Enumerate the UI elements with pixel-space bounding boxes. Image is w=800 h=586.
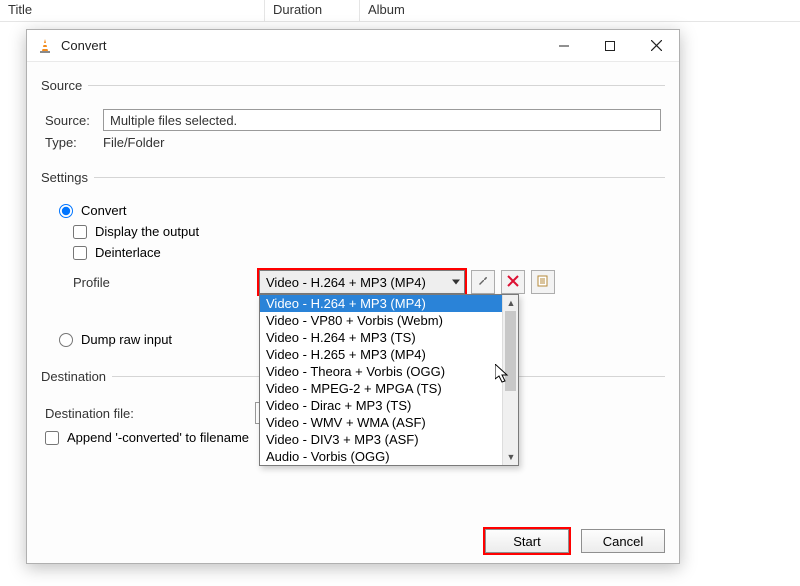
deinterlace-checkbox[interactable]: Deinterlace <box>73 245 661 260</box>
cancel-button-label: Cancel <box>603 534 643 549</box>
chevron-down-icon <box>452 280 460 285</box>
profile-option[interactable]: Audio - Vorbis (OGG) <box>260 448 518 465</box>
minimize-button[interactable] <box>541 30 587 62</box>
display-output-checkbox[interactable]: Display the output <box>73 224 661 239</box>
convert-radio[interactable]: Convert <box>59 203 661 218</box>
destination-file-label: Destination file: <box>45 406 255 421</box>
profile-option[interactable]: Video - H.265 + MP3 (MP4) <box>260 346 518 363</box>
profile-option[interactable]: Video - Theora + Vorbis (OGG) <box>260 363 518 380</box>
background-column-header: Title Duration Album <box>0 0 800 22</box>
close-button[interactable] <box>633 30 679 62</box>
column-title[interactable]: Title <box>0 0 265 21</box>
profile-option[interactable]: Video - VP80 + Vorbis (Webm) <box>260 312 518 329</box>
profile-new-button[interactable] <box>531 270 555 294</box>
profile-settings-button[interactable] <box>471 270 495 294</box>
append-converted-label: Append '-converted' to filename <box>67 430 249 445</box>
profile-dropdown[interactable]: Video - H.264 + MP3 (MP4)Video - VP80 + … <box>259 294 519 466</box>
column-album[interactable]: Album <box>360 0 800 21</box>
type-value: File/Folder <box>103 135 164 150</box>
source-legend: Source <box>41 78 88 93</box>
display-output-label: Display the output <box>95 224 199 239</box>
profile-option[interactable]: Video - H.264 + MP3 (MP4) <box>260 295 518 312</box>
convert-radio-label: Convert <box>81 203 127 218</box>
cancel-button[interactable]: Cancel <box>581 529 665 553</box>
dump-raw-label: Dump raw input <box>81 332 172 347</box>
source-input[interactable] <box>103 109 661 131</box>
scrollbar-thumb[interactable] <box>505 311 516 391</box>
column-duration[interactable]: Duration <box>265 0 360 21</box>
convert-dialog: Convert Source Source: Type: File/Folder… <box>26 29 680 564</box>
profile-combobox-wrap: Video - H.264 + MP3 (MP4) Video - H.264 … <box>259 270 465 294</box>
settings-legend: Settings <box>41 170 94 185</box>
source-group: Source Source: Type: File/Folder <box>41 78 665 160</box>
profile-option[interactable]: Video - H.264 + MP3 (TS) <box>260 329 518 346</box>
new-profile-icon <box>536 274 550 291</box>
vlc-cone-icon <box>37 38 53 54</box>
dialog-title: Convert <box>61 38 541 53</box>
dropdown-scrollbar[interactable]: ▲ ▼ <box>502 295 518 465</box>
profile-combobox[interactable]: Video - H.264 + MP3 (MP4) <box>259 270 465 294</box>
profile-option[interactable]: Video - MPEG-2 + MPGA (TS) <box>260 380 518 397</box>
scrollbar-down-icon[interactable]: ▼ <box>503 449 519 465</box>
profile-combobox-value: Video - H.264 + MP3 (MP4) <box>266 275 426 290</box>
source-label: Source: <box>45 113 103 128</box>
scrollbar-up-icon[interactable]: ▲ <box>503 295 519 311</box>
deinterlace-label: Deinterlace <box>95 245 161 260</box>
delete-icon <box>507 275 519 290</box>
profile-label: Profile <box>73 275 259 290</box>
dialog-body: Source Source: Type: File/Folder Setting… <box>27 62 679 477</box>
profile-delete-button[interactable] <box>501 270 525 294</box>
titlebar[interactable]: Convert <box>27 30 679 62</box>
profile-option[interactable]: Video - WMV + WMA (ASF) <box>260 414 518 431</box>
settings-group: Settings Convert Display the output Dein… <box>41 170 665 359</box>
start-button[interactable]: Start <box>485 529 569 553</box>
wrench-icon <box>476 274 490 291</box>
profile-option[interactable]: Video - Dirac + MP3 (TS) <box>260 397 518 414</box>
destination-legend: Destination <box>41 369 112 384</box>
type-label: Type: <box>45 135 103 150</box>
start-button-label: Start <box>513 534 540 549</box>
maximize-button[interactable] <box>587 30 633 62</box>
dialog-buttons: Start Cancel <box>485 529 665 553</box>
profile-option[interactable]: Video - DIV3 + MP3 (ASF) <box>260 431 518 448</box>
